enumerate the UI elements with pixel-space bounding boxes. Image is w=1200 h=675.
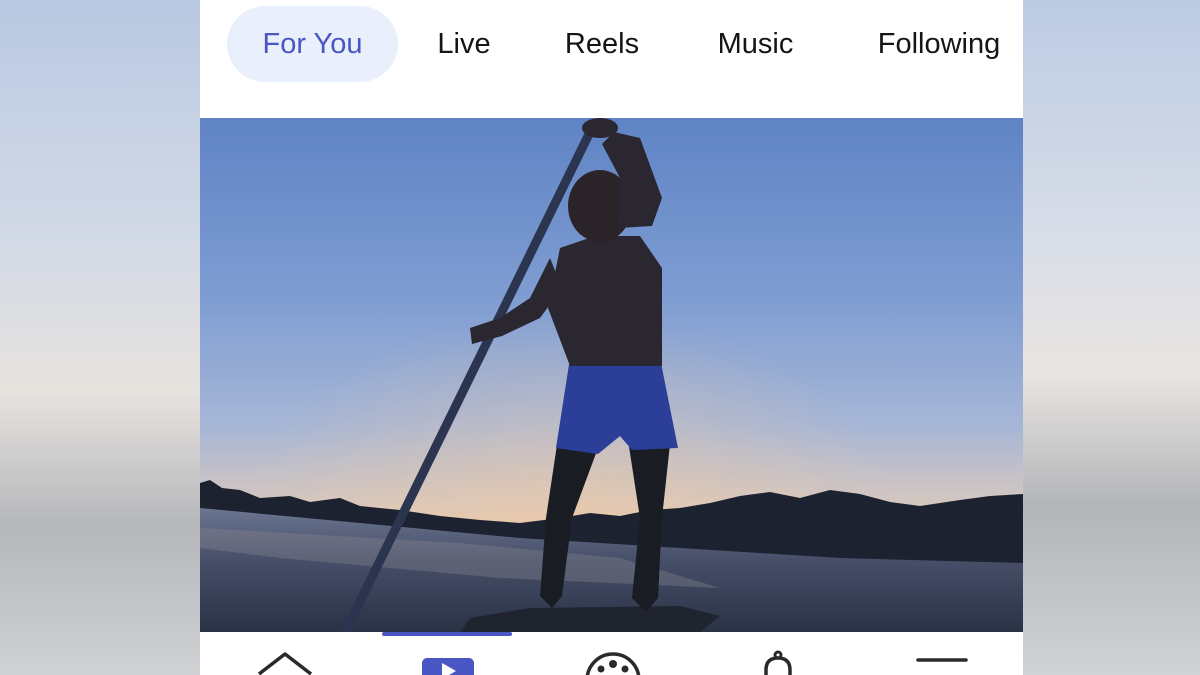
tab-music[interactable]: Music <box>698 6 813 82</box>
groups-icon[interactable] <box>583 650 643 675</box>
tab-reels[interactable]: Reels <box>548 6 656 82</box>
menu-icon[interactable] <box>915 650 969 675</box>
tab-following[interactable]: Following <box>855 6 1023 82</box>
notifications-bell-icon[interactable] <box>758 650 798 675</box>
background-right <box>1023 0 1200 675</box>
top-tab-bar: For You Live Reels Music Following <box>200 0 1023 118</box>
home-icon[interactable] <box>255 650 315 675</box>
active-nav-indicator <box>382 632 512 636</box>
video-play-icon[interactable] <box>420 650 476 675</box>
tab-for-you[interactable]: For You <box>227 6 398 82</box>
tab-live[interactable]: Live <box>422 6 506 82</box>
paddleboard-sunset-image <box>200 118 1023 632</box>
app-screen: For You Live Reels Music Following <box>200 0 1023 675</box>
video-frame[interactable] <box>200 118 1023 632</box>
background-left <box>0 0 200 675</box>
bottom-navigation <box>200 632 1023 675</box>
